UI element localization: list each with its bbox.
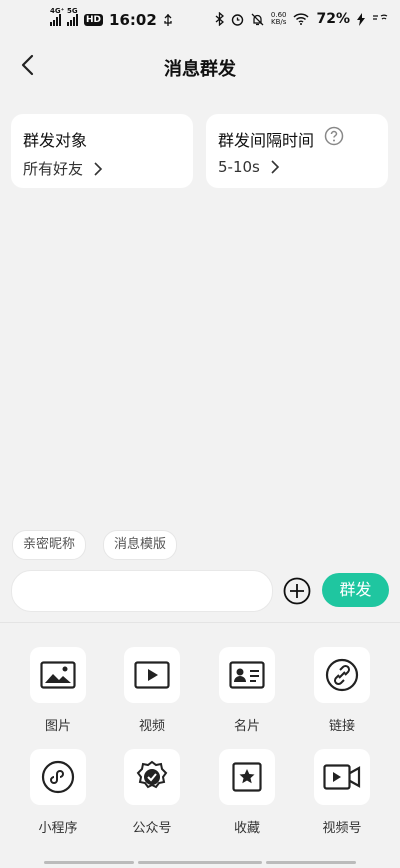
network-speed: 0.60 KB/s — [270, 11, 287, 26]
tool-image[interactable]: 图片 — [18, 647, 98, 734]
add-button[interactable] — [283, 577, 311, 605]
target-title: 群发对象 — [23, 131, 88, 150]
interval-value: 5-10s — [218, 158, 260, 176]
usb-icon — [164, 14, 172, 26]
wifi-icon — [293, 13, 310, 25]
send-button[interactable]: 群发 — [322, 573, 389, 607]
bluetooth-icon — [215, 12, 224, 26]
alarm-icon — [231, 13, 244, 26]
home-indicator — [138, 861, 262, 864]
image-icon — [40, 661, 76, 689]
attachment-tray: 图片 视频 名片 链接 小程序 公众号 收藏 视频号 — [0, 622, 400, 868]
home-indicator — [44, 861, 134, 864]
video-play-icon — [134, 661, 170, 689]
status-bar: 4G⁺ 5G HD 16:02 0.60 KB/s 72% — [0, 0, 400, 40]
wifi-calling-icon — [373, 14, 388, 20]
plus-circle-icon — [283, 577, 311, 605]
business-card-icon — [229, 661, 265, 689]
signal-5g-icon: 5G — [67, 7, 78, 26]
hd-badge: HD — [84, 14, 104, 26]
tool-link[interactable]: 链接 — [302, 647, 382, 734]
tool-favorites[interactable]: 收藏 — [207, 749, 287, 836]
mute-bell-icon — [251, 13, 264, 25]
chevron-right-icon — [94, 161, 103, 176]
template-chip[interactable]: 消息模版 — [103, 530, 178, 560]
tool-mini-program[interactable]: 小程序 — [18, 749, 98, 836]
tool-channels[interactable]: 视频号 — [302, 749, 382, 836]
chevron-right-icon — [271, 160, 279, 174]
page-title: 消息群发 — [164, 59, 236, 80]
interval-title: 群发间隔时间 — [218, 131, 315, 150]
target-value: 所有好友 — [23, 160, 84, 178]
help-icon[interactable] — [324, 126, 344, 146]
battery-level: 72% — [316, 11, 350, 27]
tool-video[interactable]: 视频 — [112, 647, 192, 734]
mini-program-icon — [41, 760, 75, 794]
channels-icon — [323, 764, 361, 790]
nickname-chip[interactable]: 亲密昵称 — [12, 530, 87, 560]
status-time: 16:02 — [109, 11, 157, 29]
nav-bar: 消息群发 — [0, 40, 400, 92]
charging-icon — [357, 12, 365, 26]
official-account-icon — [136, 760, 168, 789]
interval-card[interactable]: 群发间隔时间 5-10s — [206, 114, 388, 188]
home-indicator — [266, 861, 356, 864]
tool-official-account[interactable]: 公众号 — [112, 749, 192, 836]
message-input[interactable] — [11, 570, 273, 612]
favorite-star-icon — [232, 762, 262, 792]
tool-card[interactable]: 名片 — [207, 647, 287, 734]
link-icon — [325, 658, 359, 692]
signal-4g-icon: 4G⁺ — [50, 7, 64, 26]
target-card[interactable]: 群发对象 所有好友 — [11, 114, 193, 188]
